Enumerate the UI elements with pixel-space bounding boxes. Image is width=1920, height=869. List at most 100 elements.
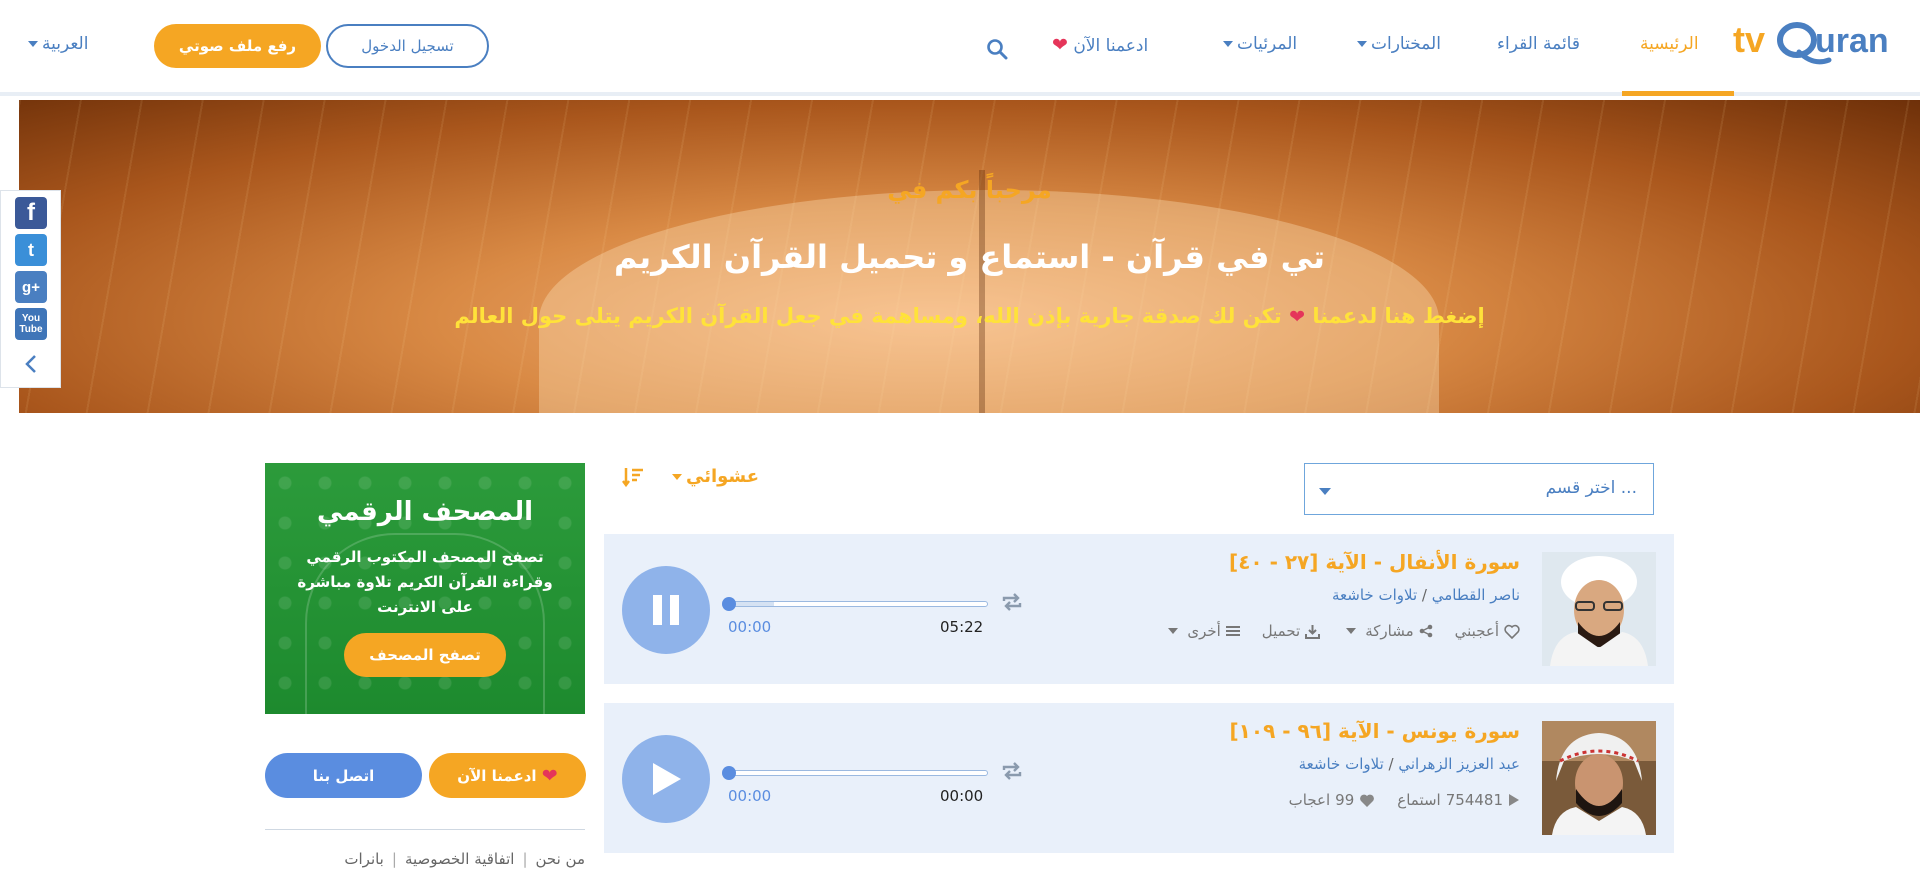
sidebar-support-label: ادعمنا الآن xyxy=(457,766,537,785)
hero-banner: مرحباً بكم في تي في قرآن - استماع و تحمي… xyxy=(19,100,1920,413)
download-icon xyxy=(1305,624,1321,639)
like-button[interactable]: أعجبني xyxy=(1455,622,1520,640)
listens-label: استماع xyxy=(1397,791,1441,809)
seek-bar[interactable] xyxy=(722,597,988,611)
sidebar-support-button[interactable]: ادعمنا الآن ❤ xyxy=(429,753,586,798)
order-dropdown[interactable]: عشوائي xyxy=(668,466,759,487)
sort-icon[interactable] xyxy=(622,466,644,488)
likes-stat: 99 اعجاب xyxy=(1289,791,1376,809)
reciter-name[interactable]: عبد العزيز الزهراني xyxy=(1398,755,1520,773)
category-select-placeholder: اختر قسم ... xyxy=(1545,478,1637,498)
more-button[interactable]: أخرى xyxy=(1164,622,1240,640)
list-icon xyxy=(1225,626,1240,636)
share-button[interactable]: مشاركة xyxy=(1342,622,1432,640)
language-selector[interactable]: العربية xyxy=(24,34,88,54)
likes-label: اعجاب xyxy=(1288,791,1331,809)
mushaf-description: تصفح المصحف المكتوب الرقمي وقراءة القرآن… xyxy=(297,548,553,616)
track-duration: 00:00 xyxy=(940,787,984,805)
play-small-icon xyxy=(1509,794,1519,806)
tvquran-logo[interactable]: tv uran xyxy=(1733,14,1905,78)
nav-visuals[interactable]: المرئيات xyxy=(1219,34,1297,54)
repeat-icon[interactable] xyxy=(1000,592,1024,612)
download-label: تحميل xyxy=(1261,622,1301,640)
track-card: سورة يونس - الآية [٩٦ - ١٠٩] عبد العزيز … xyxy=(604,703,1674,853)
seek-handle[interactable] xyxy=(722,597,736,611)
nav-support-label: ادعمنا الآن xyxy=(1073,36,1149,56)
chevron-down-icon xyxy=(1168,628,1179,634)
seek-handle[interactable] xyxy=(722,766,736,780)
track-category[interactable]: تلاوات خاشعة xyxy=(1299,755,1384,773)
chevron-down-icon xyxy=(1223,41,1233,47)
book-spine xyxy=(979,170,985,413)
category-select[interactable]: اختر قسم ... xyxy=(1304,463,1654,515)
quran-book-background xyxy=(539,190,1439,413)
hero-support-suffix: تكن لك صدقة جارية بإذن الله، ومساهمة في … xyxy=(454,304,1282,328)
seek-bar[interactable] xyxy=(722,766,988,780)
svg-text:uran: uran xyxy=(1815,22,1889,60)
google-plus-icon[interactable]: g+ xyxy=(15,271,47,303)
nav-support[interactable]: ❤ ادعمنا الآن xyxy=(1052,34,1148,56)
play-button[interactable] xyxy=(622,735,710,823)
chevron-down-icon xyxy=(1357,41,1367,47)
track-title[interactable]: سورة الأنفال - الآية [٢٧ - ٤٠] xyxy=(1229,550,1520,574)
track-actions: أعجبني مشاركة تحميل أخرى xyxy=(1164,622,1520,640)
site-header: tv uran الرئيسية قائمة القراء المختارات … xyxy=(0,0,1920,96)
social-share-bar: f t g+ You Tube xyxy=(0,190,61,388)
share-icon xyxy=(1419,624,1432,638)
track-duration: 05:22 xyxy=(940,618,984,636)
sidebar-divider xyxy=(265,829,585,830)
heart-icon xyxy=(1360,794,1375,807)
track-stats: 754481 استماع 99 اعجاب xyxy=(1289,791,1520,809)
listens-stat: 754481 استماع xyxy=(1397,791,1520,809)
browse-mushaf-button[interactable]: تصفح المصحف xyxy=(344,633,506,677)
like-label: أعجبني xyxy=(1454,622,1499,640)
mushaf-title: المصحف الرقمي xyxy=(316,497,534,527)
reciter-name[interactable]: ناصر القطامي xyxy=(1432,586,1520,604)
nav-selections[interactable]: المختارات xyxy=(1353,34,1441,54)
twitter-icon[interactable]: t xyxy=(15,234,47,266)
hero-support-prefix: إضغط هنا لدعمنا xyxy=(1312,304,1485,328)
separator: / xyxy=(1417,586,1432,604)
facebook-icon[interactable]: f xyxy=(15,197,47,229)
hero-title: تي في قرآن - استماع و تحميل القرآن الكري… xyxy=(614,238,1325,276)
listens-count: 754481 xyxy=(1445,791,1503,809)
chevron-down-icon xyxy=(1319,488,1331,495)
nav-home[interactable]: الرئيسية xyxy=(1640,34,1699,54)
chevron-down-icon xyxy=(28,41,38,47)
hero-welcome: مرحباً بكم في xyxy=(887,176,1052,204)
footer-link-privacy[interactable]: اتفاقية الخصوصية xyxy=(405,850,515,868)
nav-readers[interactable]: قائمة القراء xyxy=(1497,34,1580,54)
chevron-left-icon[interactable] xyxy=(23,353,39,375)
share-label: مشاركة xyxy=(1365,622,1414,640)
likes-count: 99 xyxy=(1335,791,1355,809)
download-button[interactable]: تحميل xyxy=(1261,622,1321,640)
footer-links: من نحن | اتفاقية الخصوصية | بانرات xyxy=(265,850,585,868)
pause-button[interactable] xyxy=(622,566,710,654)
repeat-icon[interactable] xyxy=(1000,761,1024,781)
nav-selections-label: المختارات xyxy=(1371,34,1441,54)
youtube-icon[interactable]: You Tube xyxy=(15,308,47,340)
footer-link-banners[interactable]: بانرات xyxy=(344,850,384,868)
track-category[interactable]: تلاوات خاشعة xyxy=(1332,586,1417,604)
upload-audio-button[interactable]: رفع ملف صوتي xyxy=(154,24,321,68)
login-button[interactable]: تسجيل الدخول xyxy=(326,24,489,68)
language-label: العربية xyxy=(42,34,89,54)
track-subtitle: ناصر القطامي / تلاوات خاشعة xyxy=(1332,586,1520,604)
track-title[interactable]: سورة يونس - الآية [٩٦ - ١٠٩] xyxy=(1230,719,1520,743)
separator: | xyxy=(522,850,528,868)
hero-support-link[interactable]: إضغط هنا لدعمنا ❤ تكن لك صدقة جارية بإذن… xyxy=(19,304,1920,328)
separator: | xyxy=(391,850,397,868)
svg-text:tv: tv xyxy=(1733,19,1765,60)
current-time: 00:00 xyxy=(728,787,772,805)
reciter-avatar[interactable] xyxy=(1542,721,1656,835)
contact-us-button[interactable]: اتصل بنا xyxy=(265,753,422,798)
footer-link-about[interactable]: من نحن xyxy=(536,850,586,868)
separator: / xyxy=(1383,755,1399,773)
play-icon xyxy=(653,763,681,795)
heart-icon: ❤ xyxy=(1052,34,1068,56)
reciter-avatar[interactable] xyxy=(1542,552,1656,666)
heart-icon: ❤ xyxy=(1289,306,1305,328)
chevron-down-icon xyxy=(672,474,682,480)
chevron-down-icon xyxy=(1346,628,1357,634)
search-icon[interactable] xyxy=(986,38,1008,60)
